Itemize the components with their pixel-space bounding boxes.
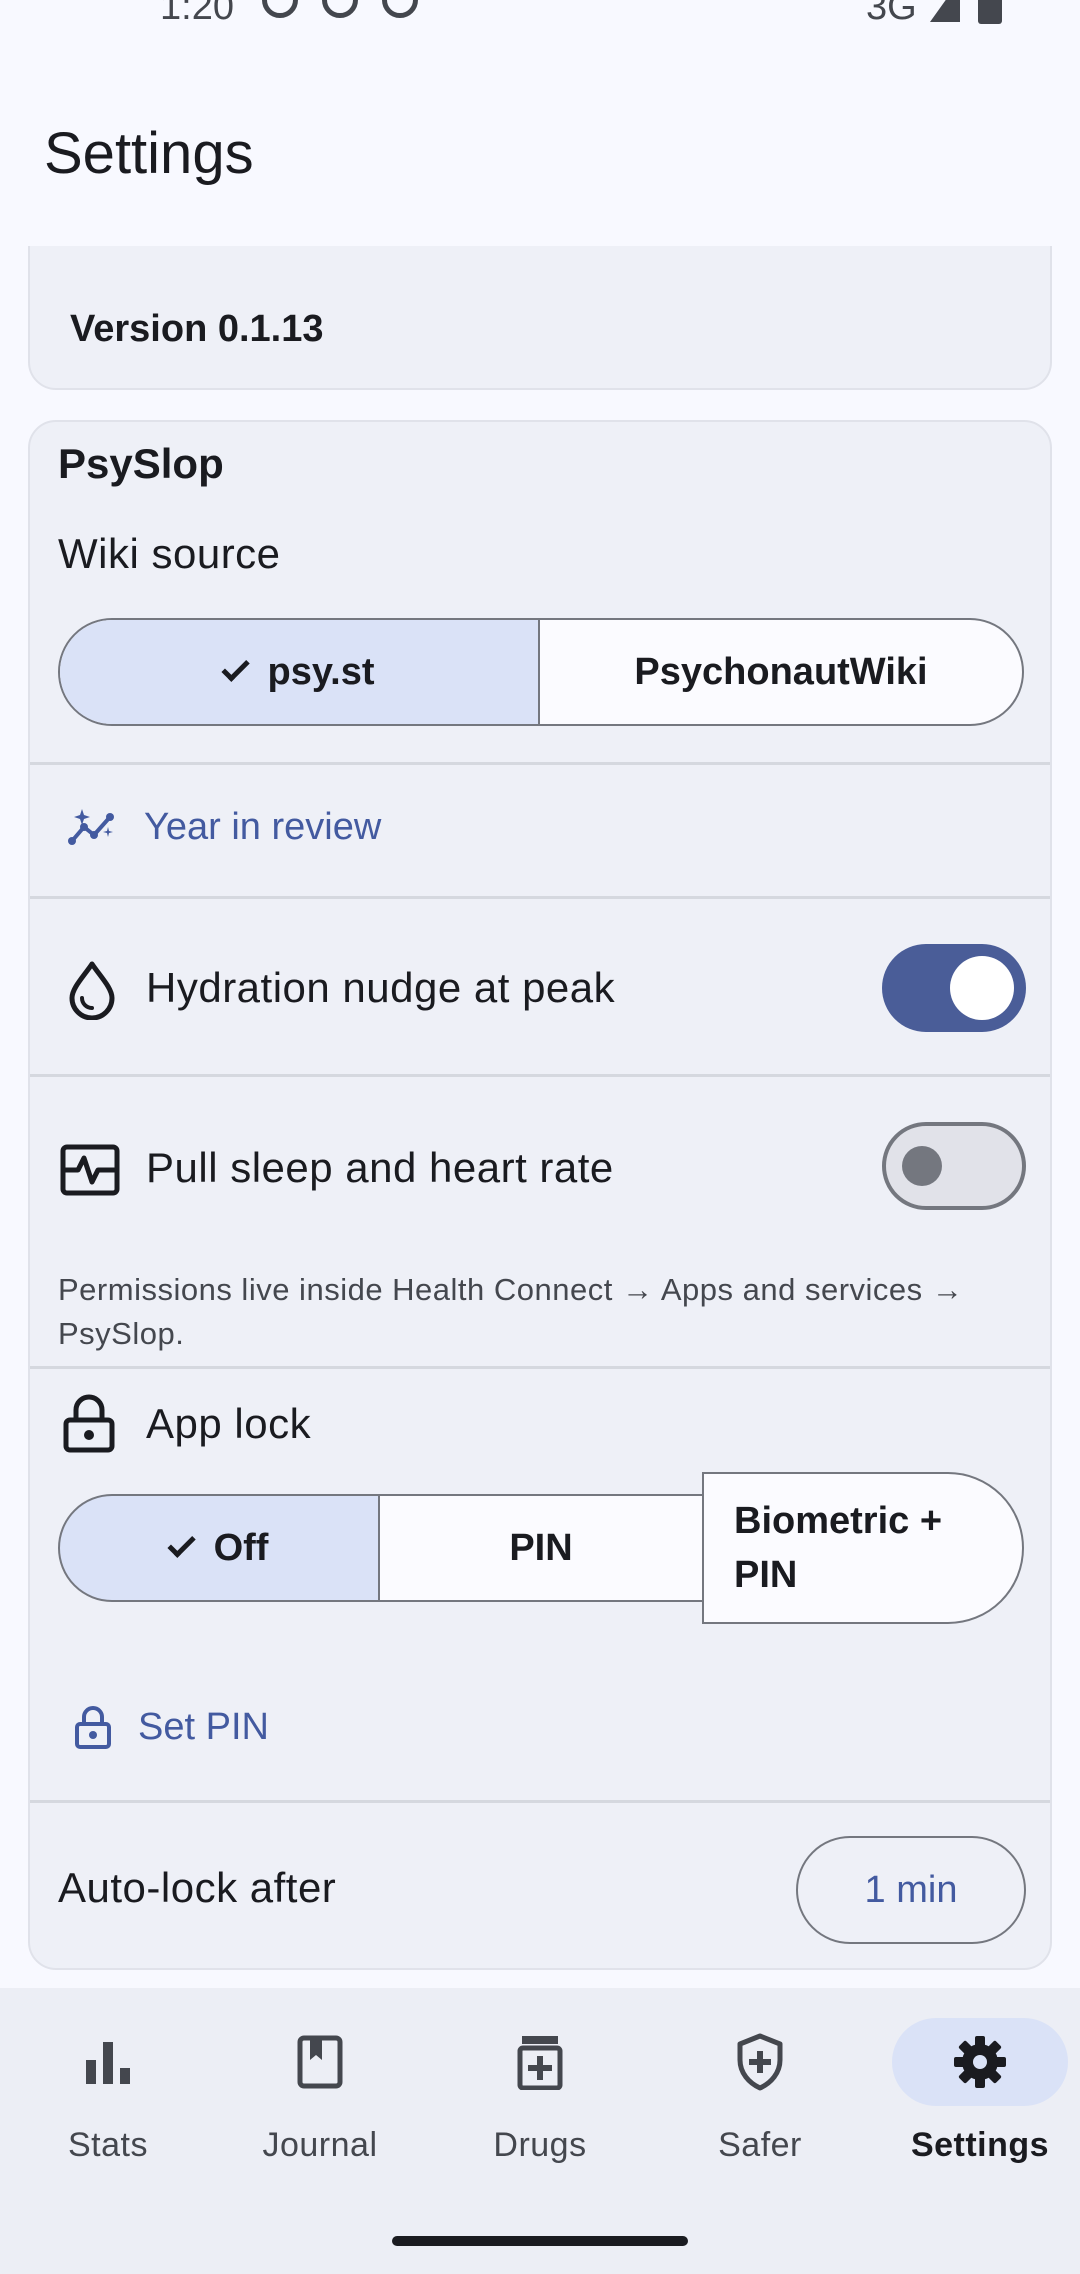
water-drop-icon bbox=[69, 961, 115, 1020]
nav-journal[interactable]: Journal bbox=[212, 2018, 428, 2188]
hydration-toggle[interactable] bbox=[882, 944, 1026, 1032]
nav-label: Journal bbox=[262, 2126, 378, 2164]
year-in-review-button[interactable]: Year in review bbox=[68, 782, 381, 872]
auto-lock-dropdown[interactable]: 1 min bbox=[796, 1836, 1026, 1944]
lock-option-off[interactable]: Off bbox=[58, 1494, 380, 1602]
status-icons bbox=[262, 0, 418, 18]
wiki-source-label: Wiki source bbox=[58, 530, 281, 577]
about-card: Version 0.1.13 bbox=[28, 246, 1052, 390]
wiki-option-psychonautwiki[interactable]: PsychonautWiki bbox=[540, 620, 1022, 724]
section-title: PsySlop bbox=[58, 440, 224, 487]
nav-stats[interactable]: Stats bbox=[0, 2018, 216, 2188]
health-connect-hint: Permissions live inside Health Connect →… bbox=[58, 1272, 964, 1351]
nav-drugs[interactable]: Drugs bbox=[432, 2018, 648, 2188]
toggle-knob bbox=[950, 956, 1014, 1020]
wiki-option-psyst[interactable]: psy.st bbox=[60, 620, 541, 724]
nav-label: Settings bbox=[910, 2126, 1050, 2164]
app-notification-icon bbox=[382, 0, 418, 18]
wiki-option-label: psy.st bbox=[267, 650, 375, 693]
status-bar: 1:20 3G bbox=[0, 0, 1080, 30]
version-text: Version 0.1.13 bbox=[70, 308, 324, 350]
insights-icon bbox=[68, 809, 114, 845]
wiki-source-selector: psy.st PsychonautWiki bbox=[58, 618, 1024, 726]
wiki-option-label: PsychonautWiki bbox=[634, 650, 928, 693]
nav-safer[interactable]: Safer bbox=[652, 2018, 868, 2188]
lock-option-label: Off bbox=[213, 1526, 269, 1569]
psyslop-card: PsySlop Wiki source psy.st PsychonautWik… bbox=[28, 420, 1052, 1970]
network-type: 3G bbox=[866, 0, 917, 28]
lock-option-label: PIN bbox=[509, 1526, 573, 1569]
dnd-icon bbox=[322, 0, 358, 18]
home-indicator[interactable] bbox=[392, 2236, 688, 2246]
medication-icon bbox=[517, 2036, 563, 2090]
divider bbox=[30, 1366, 1050, 1369]
lock-icon bbox=[63, 1394, 115, 1453]
battery-icon bbox=[978, 0, 1002, 24]
app-lock-label: App lock bbox=[146, 1400, 312, 1447]
set-pin-button[interactable]: Set PIN bbox=[74, 1682, 269, 1772]
divider bbox=[30, 1800, 1050, 1803]
nav-label: Stats bbox=[68, 2126, 148, 2164]
auto-lock-label: Auto-lock after bbox=[58, 1864, 337, 1911]
bar-chart-icon bbox=[86, 2042, 130, 2084]
bottom-navigation: Stats Journal Drugs Safer Settings bbox=[0, 1988, 1080, 2274]
health-label: Pull sleep and heart rate bbox=[146, 1144, 614, 1191]
signal-icon bbox=[930, 0, 960, 22]
set-pin-label: Set PIN bbox=[138, 1705, 269, 1748]
toggle-knob bbox=[902, 1146, 942, 1186]
lock-outline-icon bbox=[75, 1706, 111, 1749]
lock-option-label: Biometric + PIN bbox=[734, 1500, 943, 1596]
monitor-heart-icon bbox=[60, 1144, 120, 1196]
divider bbox=[30, 762, 1050, 765]
nav-settings[interactable]: Settings bbox=[872, 2018, 1080, 2188]
page-title: Settings bbox=[44, 121, 254, 186]
health-toggle[interactable] bbox=[882, 1122, 1026, 1210]
nav-label: Safer bbox=[718, 2126, 802, 2164]
divider bbox=[30, 896, 1050, 899]
shield-plus-icon bbox=[737, 2033, 783, 2091]
gear-icon bbox=[954, 2036, 1006, 2088]
hydration-label: Hydration nudge at peak bbox=[146, 964, 616, 1011]
app-lock-selector: Off PIN Biometric + PIN bbox=[58, 1472, 1024, 1624]
settings-scroll[interactable]: Version 0.1.13 PsySlop Wiki source psy.s… bbox=[0, 246, 1080, 1988]
check-icon bbox=[167, 1529, 196, 1558]
bookmark-book-icon bbox=[297, 2035, 343, 2089]
nav-label: Drugs bbox=[493, 2126, 587, 2164]
status-time: 1:20 bbox=[160, 0, 234, 28]
year-in-review-label: Year in review bbox=[144, 805, 382, 848]
notification-icon bbox=[262, 0, 298, 18]
lock-option-pin[interactable]: PIN bbox=[380, 1494, 702, 1602]
check-icon bbox=[220, 653, 250, 682]
lock-option-biometric[interactable]: Biometric + PIN bbox=[702, 1472, 1024, 1624]
divider bbox=[30, 1074, 1050, 1077]
